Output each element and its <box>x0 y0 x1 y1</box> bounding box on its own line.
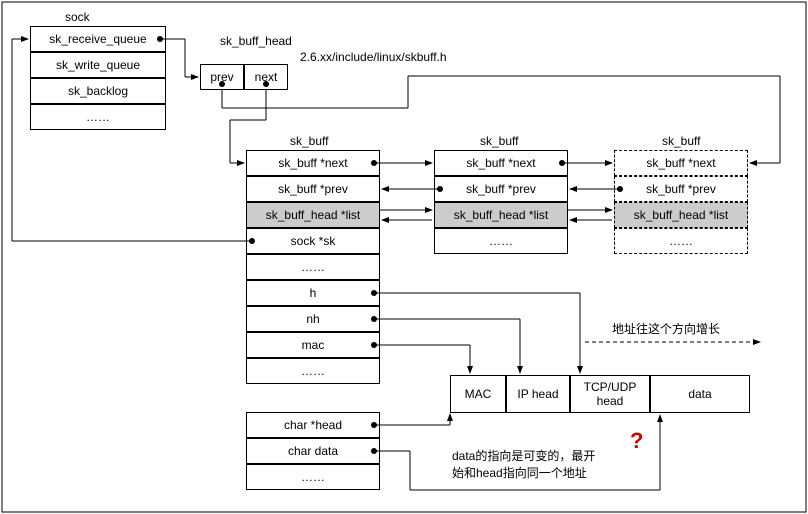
skbuff-main-field: h <box>246 280 380 306</box>
skbuff-side2-field: sk_buff *next <box>434 150 568 176</box>
question-mark-icon: ? <box>630 428 643 454</box>
skbuff-side2-field: sk_buff_head *list <box>434 202 568 228</box>
addr-grow-label: 地址往这个方向增长 <box>612 320 720 337</box>
skbuff-main-field: sk_buff *prev <box>246 176 380 202</box>
skbuff-main-field: char *head <box>246 412 380 438</box>
skbuff-label-2: sk_buff <box>480 134 518 148</box>
sock-field: sk_receive_queue <box>30 26 166 52</box>
packet-tcpudp: TCP/UDP head <box>570 375 650 413</box>
head-next: next <box>244 64 288 90</box>
skbuff-main-field: sk_buff *next <box>246 150 380 176</box>
sock-field: sk_write_queue <box>30 52 166 78</box>
sock-field: …… <box>30 104 166 130</box>
skbuff-main-field: …… <box>246 358 380 384</box>
head-prev: prev <box>200 64 244 90</box>
packet-ip: IP head <box>506 375 570 413</box>
skbuff-label-3: sk_buff <box>662 134 700 148</box>
skbuff-side3-field: sk_buff *prev <box>614 176 748 202</box>
skbuff-main-field: …… <box>246 254 380 280</box>
skbuff-side3-field: sk_buff_head *list <box>614 202 748 228</box>
skbuff-main-field: char data <box>246 438 380 464</box>
data-note: data的指向是可变的，最开 始和head指向同一个地址 <box>452 448 595 482</box>
packet-data: data <box>650 375 750 413</box>
skbuff-main-field: …… <box>246 464 380 490</box>
skbuff-side3-field: sk_buff *next <box>614 150 748 176</box>
path-label: 2.6.xx/include/linux/skbuff.h <box>300 50 447 64</box>
skbuff-main-field: sock *sk <box>246 228 380 254</box>
skbuff-main-field: sk_buff_head *list <box>246 202 380 228</box>
skbuff-main-field: mac <box>246 332 380 358</box>
skbuff-side2-field: …… <box>434 228 568 254</box>
packet-mac: MAC <box>450 375 506 413</box>
skbuff-side2-field: sk_buff *prev <box>434 176 568 202</box>
skbuff-side3-field: …… <box>614 228 748 254</box>
sock-field: sk_backlog <box>30 78 166 104</box>
skbuff-label-1: sk_buff <box>290 134 328 148</box>
sock-label: sock <box>65 10 90 24</box>
skbuffhead-label: sk_buff_head <box>220 34 292 48</box>
skbuff-main-field: nh <box>246 306 380 332</box>
